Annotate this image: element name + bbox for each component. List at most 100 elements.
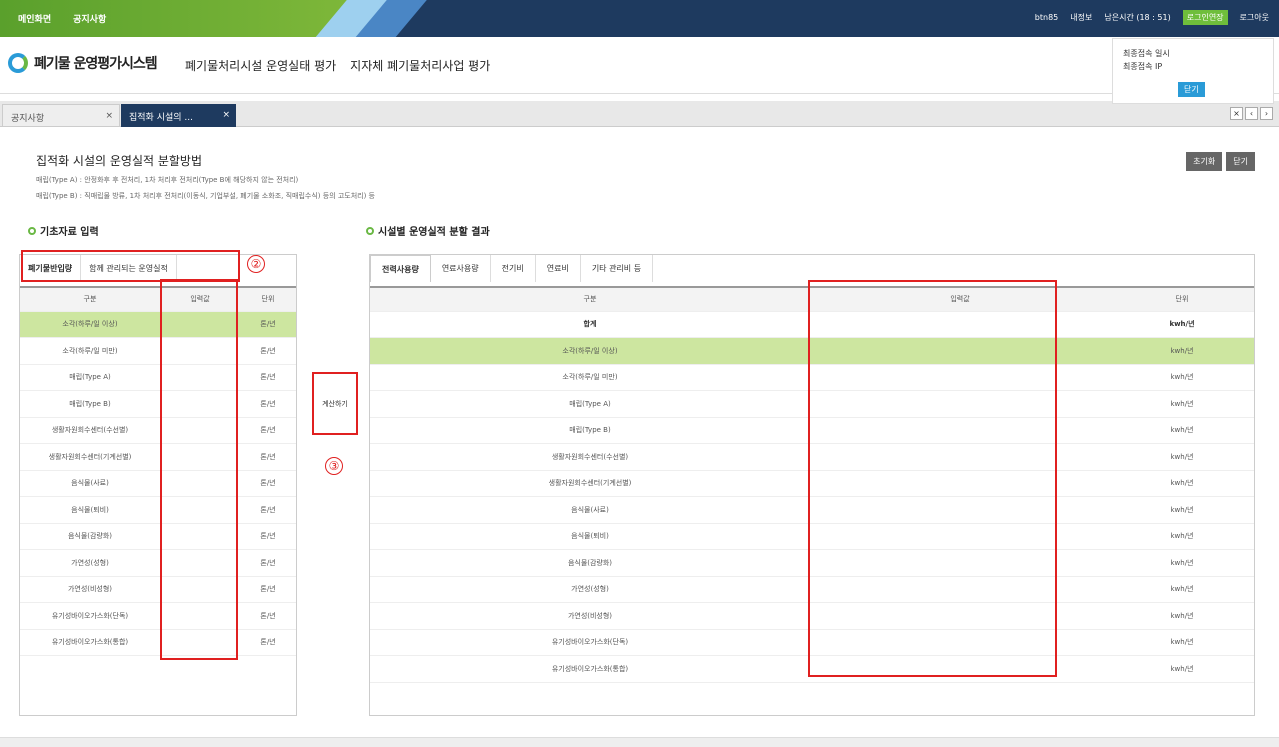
tab-prev-icon[interactable]: ‹ bbox=[1245, 107, 1258, 120]
row-unit: 톤/년 bbox=[240, 443, 296, 471]
col-unit: 단위 bbox=[240, 286, 296, 312]
row-category: 유기성바이오가스화(통합) bbox=[370, 655, 810, 683]
row-unit: kwh/년 bbox=[1110, 390, 1254, 418]
row-unit: kwh/년 bbox=[1110, 443, 1254, 471]
circle-bullet-icon bbox=[366, 226, 374, 235]
row-category: 유기성바이오가스화(통합) bbox=[20, 629, 160, 656]
nav-local-gov-eval[interactable]: 지자체 폐기물처리사업 평가 bbox=[350, 57, 490, 74]
top-links: 메인화면 공지사항 bbox=[18, 12, 106, 25]
reset-button[interactable]: 초기화 bbox=[1186, 152, 1223, 171]
subtab-electricity-cost[interactable]: 전기비 bbox=[490, 255, 536, 282]
table-row: 생활자원회수센터(수선별) 톤/년 bbox=[20, 417, 296, 444]
session-timer: 남은시간 (18 : 51) bbox=[1104, 13, 1171, 22]
tab-aggregation-label: 집적화 시설의 ... bbox=[129, 113, 193, 123]
tab-notice[interactable]: 공지사항 × bbox=[2, 104, 120, 127]
subtab-other-costs[interactable]: 기타 관리비 등 bbox=[580, 255, 654, 282]
col-unit: 단위 bbox=[1110, 286, 1254, 312]
last-login-time: 최종접속 일시 bbox=[1123, 49, 1170, 58]
table-row: 유기성바이오가스화(단독) 톤/년 bbox=[20, 602, 296, 630]
row-category: 매립(Type B) bbox=[370, 417, 810, 444]
close-all-tabs-icon[interactable]: × bbox=[1230, 107, 1243, 120]
row-category: 생활자원회수센터(수선별) bbox=[20, 417, 160, 444]
row-category: 매립(Type B) bbox=[20, 390, 160, 418]
row-unit: 톤/년 bbox=[240, 602, 296, 630]
top-bar: 메인화면 공지사항 btn85 내정보 남은시간 (18 : 51) 로그인연장… bbox=[0, 0, 1279, 37]
row-unit: kwh/년 bbox=[1110, 576, 1254, 603]
row-unit: 톤/년 bbox=[240, 417, 296, 444]
circle-bullet-icon bbox=[28, 226, 36, 235]
description-type-b: 매립(Type B) : 직매립물 방류, 1차 처리후 전처리(이동식, 기업… bbox=[36, 192, 375, 200]
annotation-box-result-column bbox=[808, 280, 1057, 677]
input-panel: 폐기물반입량 함께 관리되는 운영실적 구분 입력값 단위 소각(하루/일 이상… bbox=[19, 254, 297, 716]
row-category: 소각(하루/일 미만) bbox=[370, 364, 810, 391]
page-title: 집적화 시설의 운영실적 분할방법 bbox=[36, 154, 203, 168]
row-unit: 톤/년 bbox=[240, 390, 296, 418]
table-row: 음식물(사료) 톤/년 bbox=[20, 470, 296, 497]
logo[interactable]: 폐기물 운영평가시스템 bbox=[8, 53, 158, 73]
row-unit: 톤/년 bbox=[240, 629, 296, 656]
logout-button[interactable]: 로그아웃 bbox=[1240, 12, 1269, 23]
row-category: 음식물(사료) bbox=[370, 496, 810, 524]
tab-aggregation-close-icon[interactable]: × bbox=[222, 110, 230, 120]
extend-login-button[interactable]: 로그인연장 bbox=[1182, 10, 1228, 25]
row-unit: 톤/년 bbox=[240, 364, 296, 391]
row-category: 매립(Type A) bbox=[20, 364, 160, 391]
subtab-fuel-cost[interactable]: 연료비 bbox=[535, 255, 581, 282]
row-unit: kwh/년 bbox=[1110, 629, 1254, 656]
row-category: 생활자원회수센터(기계선별) bbox=[370, 470, 810, 497]
my-info-link[interactable]: 내정보 bbox=[1070, 12, 1092, 23]
row-unit: 톤/년 bbox=[240, 496, 296, 524]
page-tabs-bar: 공지사항 × 집적화 시설의 ... × × ‹ › bbox=[0, 101, 1279, 127]
row-unit: kwh/년 bbox=[1110, 602, 1254, 630]
tab-controls: × ‹ › bbox=[1230, 107, 1273, 120]
row-unit: kwh/년 bbox=[1110, 364, 1254, 391]
sum-label: 합계 bbox=[370, 311, 810, 338]
tab-notice-close-icon[interactable]: × bbox=[105, 111, 113, 121]
home-link[interactable]: 메인화면 bbox=[18, 12, 51, 25]
subtab-fuel-usage[interactable]: 연료사용량 bbox=[430, 255, 491, 282]
table-row: 음식물(퇴비) 톤/년 bbox=[20, 496, 296, 524]
col-category: 구분 bbox=[20, 286, 160, 312]
login-popup-close-button[interactable]: 닫기 bbox=[1178, 82, 1205, 97]
table-row: 생활자원회수센터(기계선별) 톤/년 bbox=[20, 443, 296, 471]
header: 폐기물 운영평가시스템 폐기물처리시설 운영실태 평가 지자체 폐기물처리사업 … bbox=[0, 37, 1279, 94]
description-type-a: 매립(Type A) : 안정화후 후 전처리, 1차 처리후 전처리(Type… bbox=[36, 176, 299, 184]
row-category: 음식물(퇴비) bbox=[20, 496, 160, 524]
table-row: 유기성바이오가스화(통합) 톤/년 bbox=[20, 629, 296, 656]
row-unit: 톤/년 bbox=[240, 470, 296, 497]
nav-facility-eval[interactable]: 폐기물처리시설 운영실태 평가 bbox=[185, 57, 336, 74]
row-unit: kwh/년 bbox=[1110, 549, 1254, 577]
right-section-title: 시설별 운영실적 분할 결과 bbox=[366, 223, 490, 238]
main-nav: 폐기물처리시설 운영실태 평가 지자체 폐기물처리사업 평가 bbox=[185, 57, 490, 74]
notice-link[interactable]: 공지사항 bbox=[73, 12, 106, 25]
result-subtabs: 전력사용량 연료사용량 전기비 연료비 기타 관리비 등 bbox=[370, 255, 654, 282]
table-row: 가연성(비성형) 톤/년 bbox=[20, 576, 296, 603]
row-category: 소각(하루/일 이상) bbox=[20, 311, 160, 338]
tab-next-icon[interactable]: › bbox=[1260, 107, 1273, 120]
content-area: 집적화 시설의 운영실적 분할방법 매립(Type A) : 안정화후 후 전처… bbox=[0, 127, 1279, 747]
page-buttons: 초기화 닫기 bbox=[1186, 152, 1255, 171]
row-category: 가연성(성형) bbox=[20, 549, 160, 577]
row-category: 유기성바이오가스화(단독) bbox=[370, 629, 810, 656]
col-category: 구분 bbox=[370, 286, 810, 312]
row-category: 생활자원회수센터(수선별) bbox=[370, 443, 810, 471]
row-unit: kwh/년 bbox=[1110, 655, 1254, 683]
calculate-button[interactable]: 계산하기 bbox=[312, 372, 358, 435]
tab-aggregation[interactable]: 집적화 시설의 ... × bbox=[121, 104, 236, 127]
annotation-box-subtabs bbox=[21, 250, 240, 282]
table-row: 소각(하루/일 이상) 톤/년 bbox=[20, 311, 296, 338]
row-unit: 톤/년 bbox=[240, 311, 296, 338]
row-unit: 톤/년 bbox=[240, 549, 296, 577]
subtab-power-usage[interactable]: 전력사용량 bbox=[370, 255, 431, 282]
row-category: 음식물(퇴비) bbox=[370, 523, 810, 550]
row-category: 음식물(사료) bbox=[20, 470, 160, 497]
table-row: 음식물(감량화) 톤/년 bbox=[20, 523, 296, 550]
table-row: 매립(Type B) 톤/년 bbox=[20, 390, 296, 418]
row-category: 음식물(감량화) bbox=[370, 549, 810, 577]
util-bar: btn85 내정보 남은시간 (18 : 51) 로그인연장 로그아웃 bbox=[1035, 10, 1269, 25]
close-button[interactable]: 닫기 bbox=[1226, 152, 1255, 171]
user-id-link[interactable]: btn85 bbox=[1035, 13, 1058, 22]
row-unit: 톤/년 bbox=[240, 576, 296, 603]
row-category: 가연성(비성형) bbox=[20, 576, 160, 603]
row-category: 소각(하루/일 미만) bbox=[20, 337, 160, 365]
